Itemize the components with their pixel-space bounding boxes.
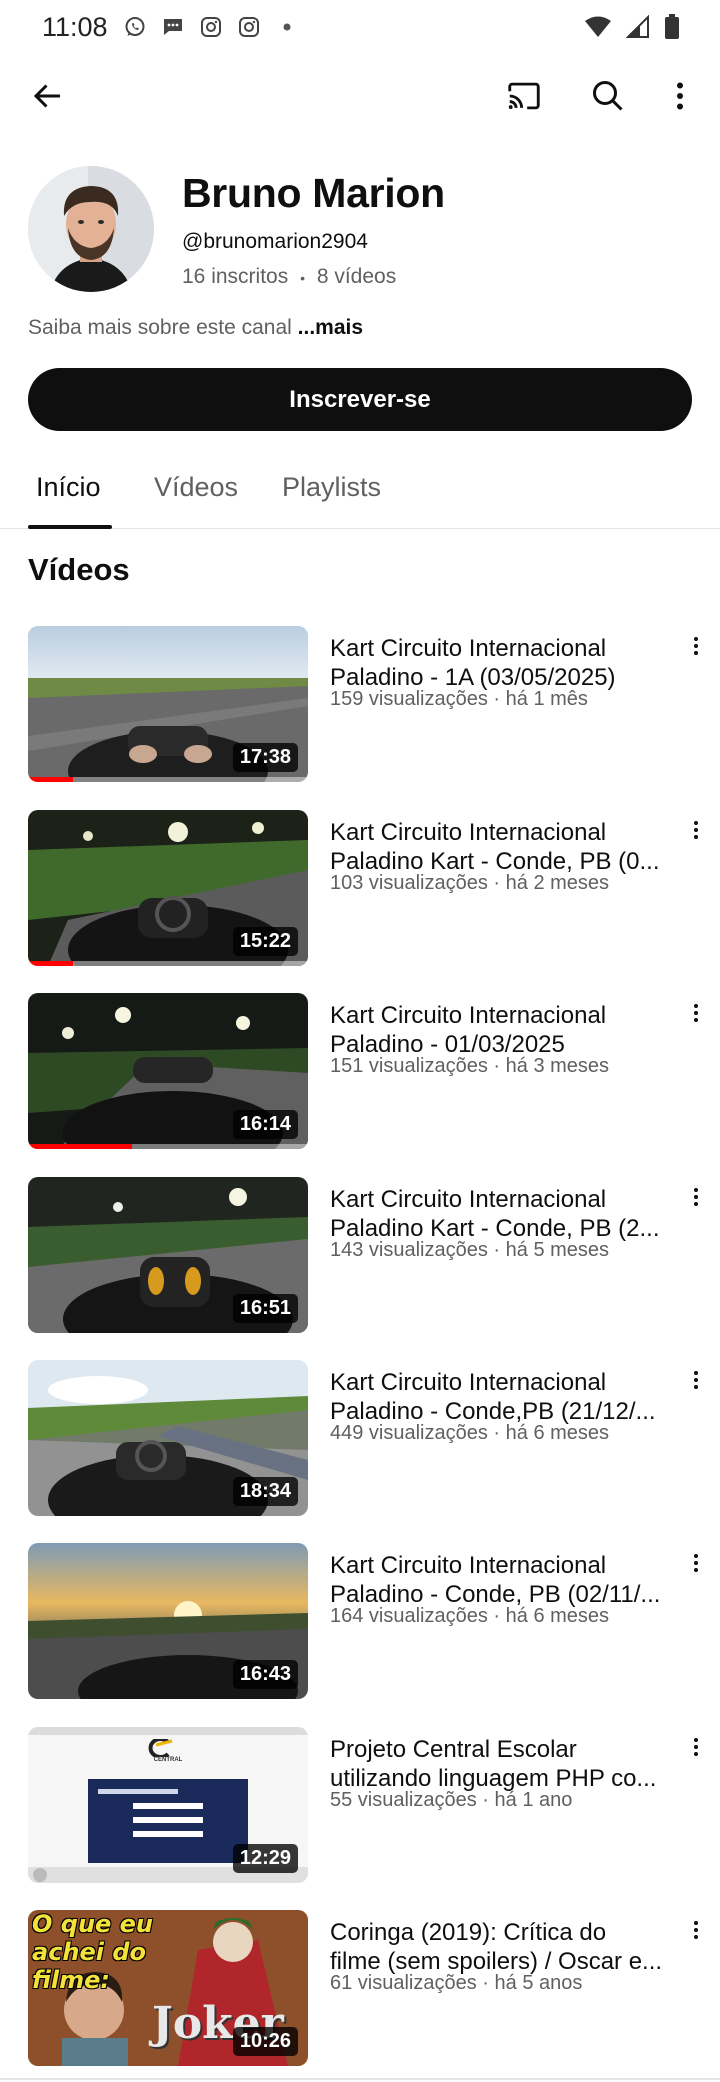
channel-tabs: Início Vídeos Playlists: [0, 452, 720, 529]
chat-bubble-icon: [160, 14, 186, 40]
video-title-line1: Kart Circuito Internacional: [330, 819, 607, 846]
section-title: Vídeos: [28, 552, 130, 587]
more-vert-icon[interactable]: [680, 993, 712, 1033]
video-title-line1: Kart Circuito Internacional: [330, 1369, 607, 1396]
video-title[interactable]: Kart Circuito Internacional Paladino - 1…: [330, 634, 675, 692]
list-item[interactable]: 15:22 Kart Circuito Internacional Paladi…: [0, 810, 720, 968]
video-duration: 16:51: [232, 1294, 298, 1323]
channel-stats: 16 inscritos • 8 vídeos: [182, 265, 396, 289]
more-vert-icon[interactable]: [652, 68, 708, 124]
video-title-line1: Kart Circuito Internacional: [330, 1552, 607, 1579]
video-thumbnail[interactable]: 15:22: [28, 810, 308, 966]
more-vert-icon[interactable]: [680, 1727, 712, 1767]
search-icon[interactable]: [580, 68, 636, 124]
subscriber-count: 16 inscritos: [182, 265, 289, 288]
video-thumbnail[interactable]: 18:34: [28, 1360, 308, 1516]
list-item[interactable]: 16:43 Kart Circuito Internacional Paladi…: [0, 1543, 720, 1701]
list-item[interactable]: 16:14 Kart Circuito Internacional Paladi…: [0, 993, 720, 1151]
video-duration: 18:34: [232, 1477, 298, 1506]
video-thumbnail[interactable]: 16:14: [28, 993, 308, 1149]
video-duration: 15:22: [232, 927, 298, 956]
site-logo: CENTRAL: [146, 1739, 190, 1771]
watch-progress: [28, 777, 73, 782]
watch-progress: [28, 1144, 132, 1149]
bottom-divider: [0, 2078, 720, 2080]
video-duration: 17:38: [232, 743, 298, 772]
app-bar: [0, 68, 720, 124]
video-title[interactable]: Coringa (2019): Crítica do filme (sem sp…: [330, 1918, 675, 1976]
video-title-line1: Projeto Central Escolar: [330, 1736, 577, 1763]
video-meta: 151 visualizações · há 3 meses: [330, 1055, 610, 1077]
thumbnail-caption: O que eu achei do filme:: [32, 1910, 154, 1994]
video-title[interactable]: Kart Circuito Internacional Paladino Kar…: [330, 1185, 675, 1243]
video-duration: 16:14: [232, 1110, 298, 1139]
about-more[interactable]: ...mais: [298, 316, 363, 339]
whatsapp-icon: [122, 14, 148, 40]
video-duration: 10:26: [232, 2027, 298, 2056]
video-meta: 164 visualizações · há 6 meses: [330, 1605, 610, 1627]
video-duration: 12:29: [232, 1844, 298, 1873]
back-arrow-icon[interactable]: [20, 68, 76, 124]
more-vert-icon[interactable]: [680, 1360, 712, 1400]
video-thumbnail[interactable]: O que eu achei do filme: Joker 10:26: [28, 1910, 308, 2066]
video-thumbnail[interactable]: CENTRAL 12:29: [28, 1727, 308, 1883]
wifi-icon: [584, 15, 612, 44]
instagram-icon: [236, 14, 262, 40]
subscribe-button[interactable]: Inscrever-se: [28, 368, 692, 431]
list-item[interactable]: 18:34 Kart Circuito Internacional Paladi…: [0, 1360, 720, 1518]
status-bar: 11:08: [0, 0, 720, 56]
watch-progress: [28, 961, 73, 966]
more-vert-icon[interactable]: [680, 1177, 712, 1217]
video-title[interactable]: Kart Circuito Internacional Paladino - C…: [330, 1551, 675, 1609]
avatar[interactable]: [28, 166, 154, 292]
video-thumbnail[interactable]: 17:38: [28, 626, 308, 782]
signal-icon: [625, 14, 650, 44]
list-item[interactable]: 16:51 Kart Circuito Internacional Paladi…: [0, 1177, 720, 1335]
system-icons: [584, 14, 680, 45]
video-title-line1: Kart Circuito Internacional: [330, 635, 607, 662]
more-vert-icon[interactable]: [680, 1910, 712, 1950]
tab-playlists[interactable]: Playlists: [282, 472, 381, 503]
more-vert-icon[interactable]: [680, 1543, 712, 1583]
channel-name: Bruno Marion: [182, 170, 445, 216]
video-title[interactable]: Projeto Central Escolar utilizando lingu…: [330, 1735, 675, 1793]
video-meta: 449 visualizações · há 6 meses: [330, 1422, 610, 1444]
cast-icon[interactable]: [496, 68, 552, 124]
site-logo-text: CENTRAL: [153, 1757, 183, 1763]
video-meta: 61 visualizações · há 5 anos: [330, 1972, 583, 1994]
active-tab-indicator: [28, 525, 112, 529]
channel-handle: @brunomarion2904: [182, 230, 368, 253]
video-meta: 159 visualizações · há 1 mês: [330, 688, 588, 710]
more-vert-icon[interactable]: [680, 810, 712, 850]
list-item[interactable]: CENTRAL 12:29 Projeto Central Escolar ut…: [0, 1727, 720, 1885]
more-vert-icon[interactable]: [680, 626, 712, 666]
notification-icons: [122, 14, 300, 40]
video-title-line1: Kart Circuito Internacional: [330, 1002, 607, 1029]
video-duration: 16:43: [232, 1660, 298, 1689]
video-title[interactable]: Kart Circuito Internacional Paladino Kar…: [330, 818, 675, 876]
video-title[interactable]: Kart Circuito Internacional Paladino - 0…: [330, 1001, 675, 1059]
video-thumbnail[interactable]: 16:51: [28, 1177, 308, 1333]
battery-icon: [664, 14, 680, 45]
tab-home[interactable]: Início: [36, 472, 101, 503]
video-title-line1: Coringa (2019): Crítica do: [330, 1919, 607, 1946]
video-meta: 55 visualizações · há 1 ano: [330, 1789, 573, 1811]
video-meta: 143 visualizações · há 5 meses: [330, 1239, 610, 1261]
list-item[interactable]: 17:38 Kart Circuito Internacional Paladi…: [0, 626, 720, 784]
video-count: 8 vídeos: [316, 265, 397, 288]
stats-separator: •: [300, 270, 305, 286]
list-item[interactable]: O que eu achei do filme: Joker 10:26 Cor…: [0, 1910, 720, 2068]
status-time: 11:08: [42, 12, 108, 42]
dot-icon: [274, 14, 300, 40]
video-title[interactable]: Kart Circuito Internacional Paladino - C…: [330, 1368, 675, 1426]
channel-about-link[interactable]: Saiba mais sobre este canal ...mais: [28, 316, 363, 340]
about-text: Saiba mais sobre este canal: [28, 316, 292, 339]
tab-videos[interactable]: Vídeos: [154, 472, 238, 503]
video-title-line1: Kart Circuito Internacional: [330, 1186, 607, 1213]
video-thumbnail[interactable]: 16:43: [28, 1543, 308, 1699]
instagram-icon: [198, 14, 224, 40]
video-meta: 103 visualizações · há 2 meses: [330, 872, 610, 894]
